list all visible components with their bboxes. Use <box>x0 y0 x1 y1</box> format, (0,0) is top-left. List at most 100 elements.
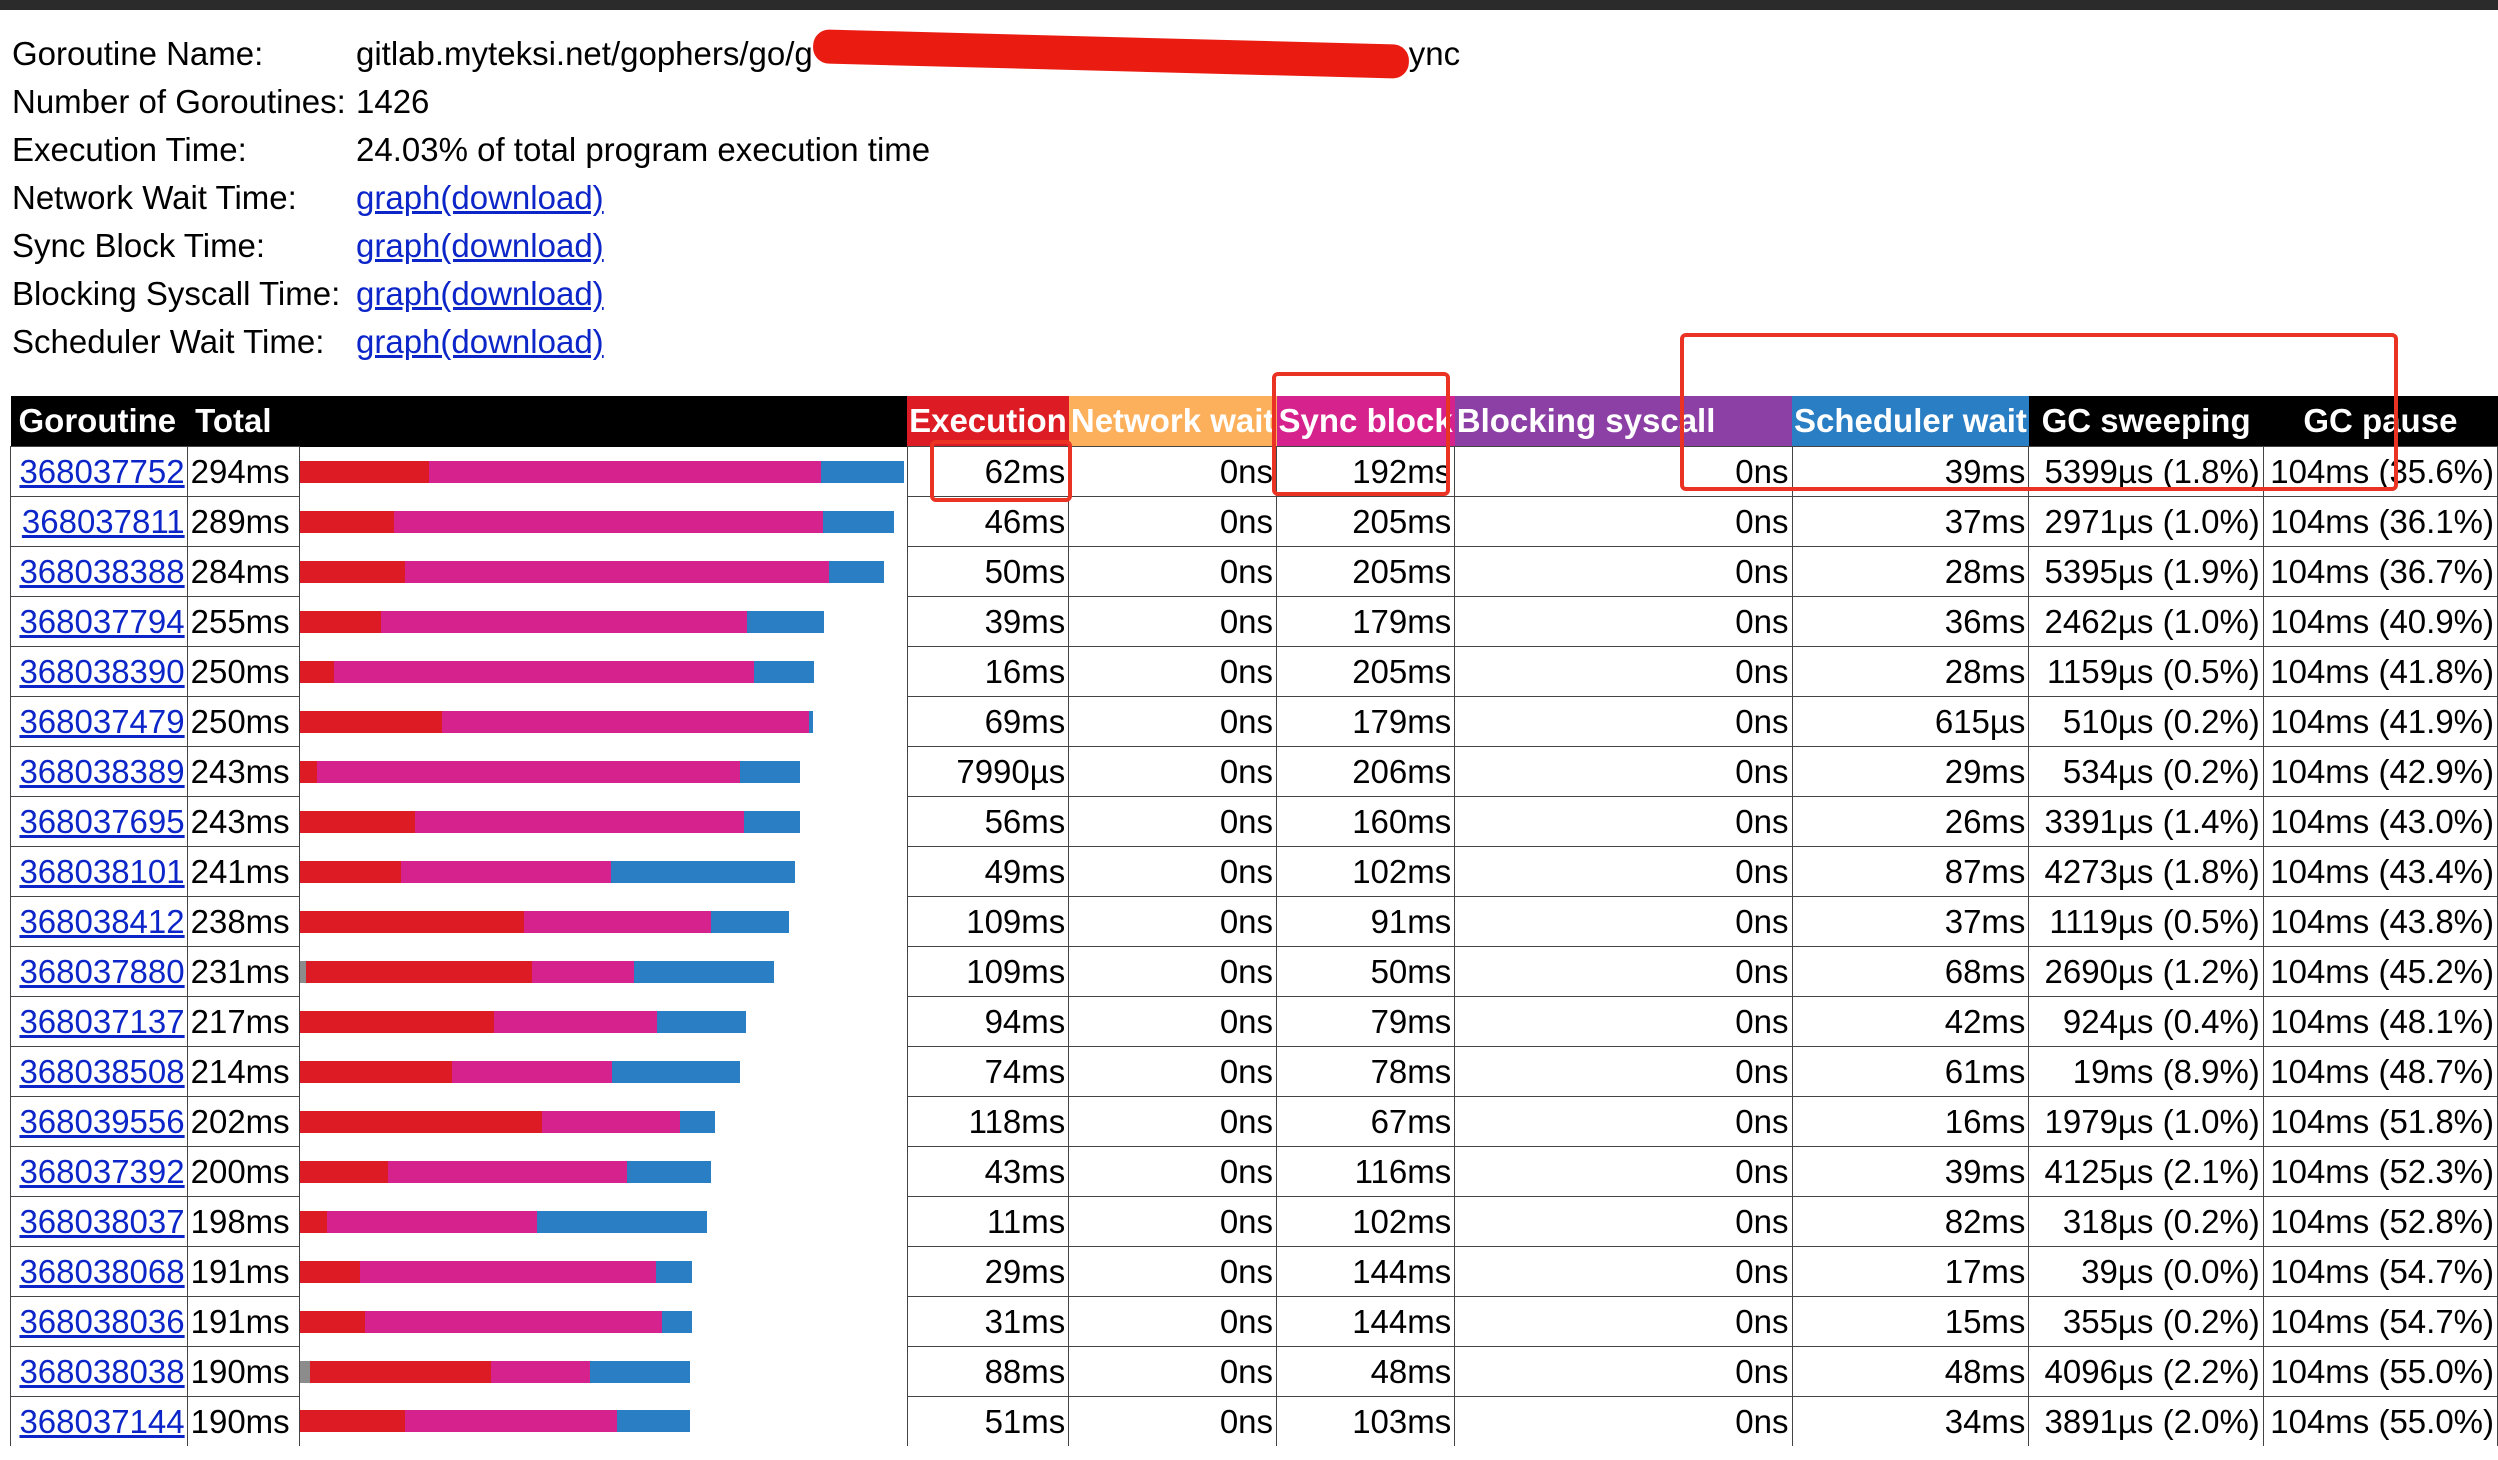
table-row: 368037794 255ms 39ms 0ns 179ms 0ns 36ms 2462µs … <box>10 596 2498 647</box>
execution-cell: 94ms <box>906 996 1070 1047</box>
time-breakdown-bar <box>300 810 906 833</box>
bar-segment-scheduler-wait <box>656 1260 693 1283</box>
window-top-bar <box>0 0 2498 10</box>
table-row: 368039556 202ms 118ms 0ns 67ms 0ns 16ms 1979µs … <box>10 1096 2498 1147</box>
blocking-syscall-graph-link[interactable]: graph(download) <box>356 275 604 312</box>
goroutine-id-link[interactable]: 368038390 <box>19 653 184 690</box>
goroutine-id-link[interactable]: 368038389 <box>19 753 184 790</box>
time-breakdown-bar-cell <box>299 1246 908 1297</box>
gc-pause-cell: 104ms (55.0%) <box>2262 1346 2498 1397</box>
goroutine-id-cell: 368037811 <box>10 496 188 547</box>
goroutine-id-link[interactable]: 368037811 <box>22 503 185 540</box>
time-breakdown-bar-cell <box>299 746 908 797</box>
col-goroutine-header[interactable]: Goroutine <box>10 396 188 447</box>
scheduler-wait-row: Scheduler Wait Time: graph(download) <box>12 318 1460 366</box>
execution-cell: 49ms <box>906 846 1070 897</box>
goroutine-id-link[interactable]: 368038037 <box>19 1203 184 1240</box>
network-wait-cell: 0ns <box>1068 446 1278 497</box>
goroutine-id-link[interactable]: 368038068 <box>19 1253 184 1290</box>
col-bar-header <box>299 396 908 447</box>
bar-segment-sync-block <box>393 510 823 533</box>
bar-segment-sync-block <box>428 460 821 483</box>
bar-segment-sync-block <box>380 610 748 633</box>
goroutine-id-link[interactable]: 368037752 <box>19 453 184 490</box>
goroutine-id-link[interactable]: 368037144 <box>19 1403 184 1440</box>
execution-cell: 43ms <box>906 1146 1070 1197</box>
time-breakdown-bar <box>300 910 906 933</box>
scheduler-wait-cell: 37ms <box>1791 496 2030 547</box>
sync-block-graph-link[interactable]: graph(download) <box>356 227 604 264</box>
sync-block-cell: 91ms <box>1276 896 1456 947</box>
goroutine-id-link[interactable]: 368039556 <box>19 1103 184 1140</box>
bar-segment-execution <box>300 610 381 633</box>
total-cell: 190ms <box>186 1396 301 1446</box>
goroutine-id-link[interactable]: 368037137 <box>19 1003 184 1040</box>
time-breakdown-bar <box>300 610 906 633</box>
bar-segment-sync-block <box>316 760 740 783</box>
goroutine-id-link[interactable]: 368037880 <box>19 953 184 990</box>
table-row: 368037752 294ms 62ms 0ns 192ms 0ns 39ms 5399µs … <box>10 446 2498 497</box>
blocking-syscall-label: Blocking Syscall Time: <box>12 275 341 312</box>
gc-pause-cell: 104ms (45.2%) <box>2262 946 2498 997</box>
gc-pause-cell: 104ms (51.8%) <box>2262 1096 2498 1147</box>
gc-pause-cell: 104ms (43.8%) <box>2262 896 2498 947</box>
scheduler-wait-graph-link[interactable]: graph(download) <box>356 323 604 360</box>
goroutine-id-link[interactable]: 368037794 <box>19 603 184 640</box>
network-wait-cell: 0ns <box>1068 596 1278 647</box>
network-wait-graph-link[interactable]: graph(download) <box>356 179 604 216</box>
col-sync-block-header[interactable]: Sync block <box>1276 396 1455 447</box>
table-row: 368038101 241ms 49ms 0ns 102ms 0ns 87ms 4273µs … <box>10 846 2498 897</box>
time-breakdown-bar <box>300 560 906 583</box>
blocking-syscall-cell: 0ns <box>1454 896 1793 947</box>
goroutine-id-link[interactable]: 368038388 <box>19 553 184 590</box>
time-breakdown-bar-cell <box>299 1396 908 1446</box>
goroutine-count-value: 1426 <box>356 83 430 120</box>
goroutine-id-link[interactable]: 368038508 <box>19 1053 184 1090</box>
col-gc-sweeping-header[interactable]: GC sweeping <box>2028 396 2264 447</box>
time-breakdown-bar-cell <box>299 696 908 747</box>
bar-segment-scheduler-wait <box>808 710 814 733</box>
scheduler-wait-cell: 37ms <box>1791 896 2030 947</box>
gc-sweeping-cell: 3891µs (2.0%) <box>2028 1396 2264 1446</box>
bar-segment-sync-block <box>452 1060 613 1083</box>
goroutine-id-cell: 368037479 <box>10 696 188 747</box>
goroutine-id-link[interactable]: 368037479 <box>19 703 184 740</box>
col-total-header[interactable]: Total <box>187 396 300 447</box>
blocking-syscall-cell: 0ns <box>1454 1096 1793 1147</box>
bar-segment-sync-block <box>491 1360 591 1383</box>
bar-segment-scheduler-wait <box>822 510 894 533</box>
execution-cell: 50ms <box>906 546 1070 597</box>
col-blocking-syscall-header[interactable]: Blocking syscall <box>1454 396 1793 447</box>
goroutine-id-cell: 368038101 <box>10 846 188 897</box>
col-gc-pause-header[interactable]: GC pause <box>2263 396 2498 447</box>
time-breakdown-bar <box>300 1060 906 1083</box>
col-execution-header[interactable]: Execution <box>907 396 1069 447</box>
bar-segment-other <box>300 1360 310 1383</box>
time-breakdown-bar <box>300 960 906 983</box>
bar-segment-execution <box>300 910 525 933</box>
blocking-syscall-cell: 0ns <box>1454 846 1793 897</box>
blocking-syscall-cell: 0ns <box>1454 1346 1793 1397</box>
goroutine-id-link[interactable]: 368037695 <box>19 803 184 840</box>
total-cell: 190ms <box>186 1346 301 1397</box>
bar-segment-scheduler-wait <box>743 810 800 833</box>
network-wait-cell: 0ns <box>1068 896 1278 947</box>
gc-pause-cell: 104ms (55.0%) <box>2262 1396 2498 1446</box>
time-breakdown-bar <box>300 460 906 483</box>
scheduler-wait-cell: 39ms <box>1791 446 2030 497</box>
goroutine-id-link[interactable]: 368038036 <box>19 1303 184 1340</box>
col-network-wait-header[interactable]: Network wait <box>1068 396 1277 447</box>
total-cell: 241ms <box>186 846 301 897</box>
goroutine-id-link[interactable]: 368038101 <box>19 853 184 890</box>
gc-pause-cell: 104ms (48.1%) <box>2262 996 2498 1047</box>
gc-sweeping-cell: 39µs (0.0%) <box>2028 1246 2264 1297</box>
gc-pause-cell: 104ms (48.7%) <box>2262 1046 2498 1097</box>
sync-block-cell: 116ms <box>1276 1146 1456 1197</box>
goroutine-id-link[interactable]: 368037392 <box>19 1153 184 1190</box>
goroutine-id-link[interactable]: 368038412 <box>19 903 184 940</box>
gc-sweeping-cell: 355µs (0.2%) <box>2028 1296 2264 1347</box>
sync-block-cell: 206ms <box>1276 746 1456 797</box>
col-scheduler-wait-header[interactable]: Scheduler wait <box>1792 396 2029 447</box>
goroutine-id-link[interactable]: 368038038 <box>19 1353 184 1390</box>
goroutine-id-cell: 368037137 <box>10 996 188 1047</box>
